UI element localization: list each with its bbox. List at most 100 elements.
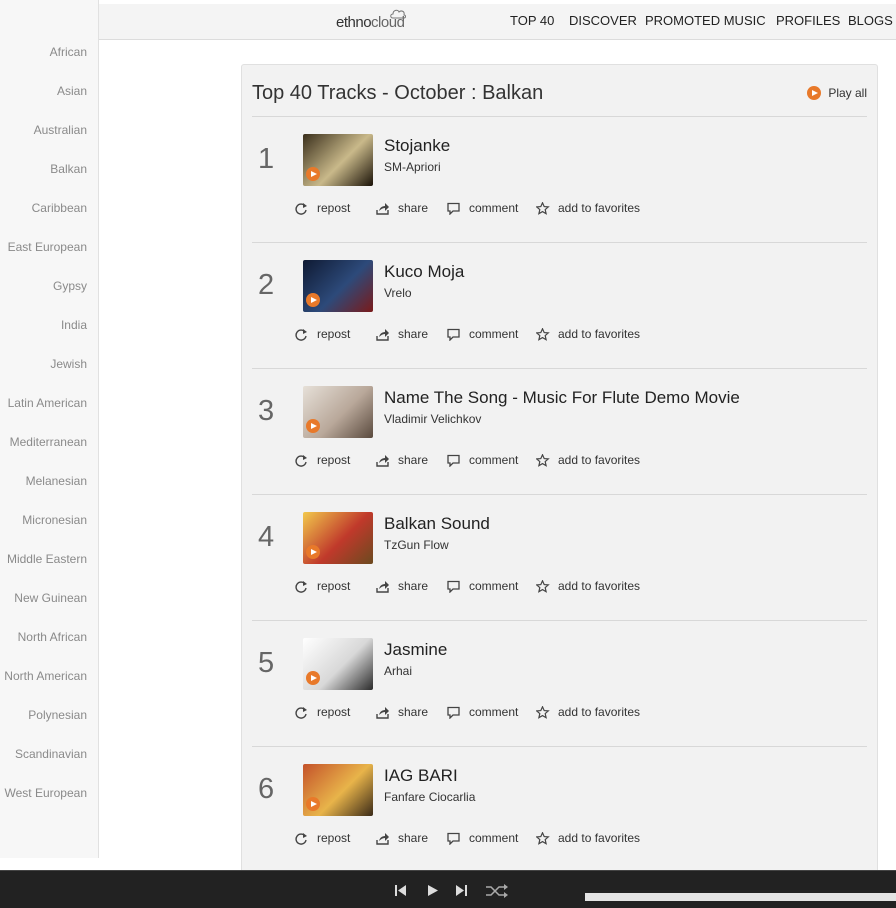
sidebar-item-latin-american[interactable]: Latin American xyxy=(8,396,87,410)
share-button[interactable]: share xyxy=(376,453,428,467)
track-artist[interactable]: Arhai xyxy=(384,664,412,678)
track-thumbnail[interactable] xyxy=(303,764,373,816)
sidebar-item-african[interactable]: African xyxy=(50,45,87,59)
sidebar-item-gypsy[interactable]: Gypsy xyxy=(53,279,87,293)
play-icon[interactable] xyxy=(428,885,438,896)
sidebar-item-australian[interactable]: Australian xyxy=(34,123,87,137)
share-label: share xyxy=(398,453,429,467)
track-thumbnail[interactable] xyxy=(303,134,373,186)
comment-button[interactable]: comment xyxy=(447,201,518,215)
sidebar-item-asian[interactable]: Asian xyxy=(57,84,87,98)
favorite-button[interactable]: add to favorites xyxy=(536,453,640,467)
favorite-label: add to favorites xyxy=(558,453,641,467)
ethnocloud-logo[interactable]: ethnocloud xyxy=(336,9,406,31)
sidebar-item-polynesian[interactable]: Polynesian xyxy=(28,708,87,722)
logo-text-ethno: ethno xyxy=(336,14,372,31)
repost-button[interactable]: repost xyxy=(295,831,350,845)
repost-label: repost xyxy=(317,201,351,215)
sidebar-item-new-guinean[interactable]: New Guinean xyxy=(14,591,87,605)
share-button[interactable]: share xyxy=(376,579,428,593)
favorite-button[interactable]: add to favorites xyxy=(536,705,640,719)
track-row: 2 Kuco Moja Vrelo repost share comment a… xyxy=(252,243,867,369)
track-thumbnail[interactable] xyxy=(303,260,373,312)
share-button[interactable]: share xyxy=(376,327,428,341)
play-all-button[interactable]: Play all xyxy=(807,86,867,100)
play-icon[interactable] xyxy=(306,419,320,433)
play-icon[interactable] xyxy=(306,167,320,181)
comment-button[interactable]: comment xyxy=(447,831,518,845)
favorite-button[interactable]: add to favorites xyxy=(536,831,640,845)
sidebar-item-west-european[interactable]: West European xyxy=(5,786,88,800)
comment-icon xyxy=(447,832,460,845)
sidebar-item-north-african[interactable]: North African xyxy=(18,630,87,644)
comment-button[interactable]: comment xyxy=(447,705,518,719)
nav-discover[interactable]: DISCOVER xyxy=(569,13,637,28)
track-artist[interactable]: TzGun Flow xyxy=(384,538,449,552)
track-title[interactable]: Balkan Sound xyxy=(384,514,490,534)
comment-label: comment xyxy=(469,327,519,341)
track-rank: 1 xyxy=(258,143,275,175)
repost-button[interactable]: repost xyxy=(295,705,350,719)
cloud-icon xyxy=(390,9,406,19)
track-title[interactable]: Kuco Moja xyxy=(384,262,464,282)
repost-button[interactable]: repost xyxy=(295,579,350,593)
share-button[interactable]: share xyxy=(376,201,428,215)
track-artist[interactable]: Vrelo xyxy=(384,286,412,300)
repost-button[interactable]: repost xyxy=(295,327,350,341)
track-artist[interactable]: Fanfare Ciocarlia xyxy=(384,790,475,804)
comment-label: comment xyxy=(469,705,519,719)
sidebar-item-caribbean[interactable]: Caribbean xyxy=(32,201,87,215)
sidebar-item-middle-eastern[interactable]: Middle Eastern xyxy=(7,552,87,566)
favorite-button[interactable]: add to favorites xyxy=(536,201,640,215)
share-button[interactable]: share xyxy=(376,705,428,719)
play-icon[interactable] xyxy=(306,545,320,559)
comment-button[interactable]: comment xyxy=(447,579,518,593)
shuffle-icon[interactable] xyxy=(485,884,509,898)
repost-label: repost xyxy=(317,831,351,845)
comment-button[interactable]: comment xyxy=(447,327,518,341)
track-rank: 3 xyxy=(258,395,275,427)
nav-blogs[interactable]: BLOGS xyxy=(848,13,893,28)
play-icon[interactable] xyxy=(306,293,320,307)
track-rank: 4 xyxy=(258,521,275,553)
comment-button[interactable]: comment xyxy=(447,453,518,467)
sidebar-item-jewish[interactable]: Jewish xyxy=(50,357,87,371)
track-thumbnail[interactable] xyxy=(303,638,373,690)
sidebar-item-india[interactable]: India xyxy=(61,318,87,332)
share-button[interactable]: share xyxy=(376,831,428,845)
repost-button[interactable]: repost xyxy=(295,453,350,467)
favorite-button[interactable]: add to favorites xyxy=(536,327,640,341)
track-title[interactable]: IAG BARI xyxy=(384,766,458,786)
track-row: 3 Name The Song - Music For Flute Demo M… xyxy=(252,369,867,495)
sidebar-item-east-european[interactable]: East European xyxy=(8,240,87,254)
track-title[interactable]: Jasmine xyxy=(384,640,447,660)
nav-profiles[interactable]: PROFILES xyxy=(776,13,840,28)
nav-promoted-music[interactable]: PROMOTED MUSIC xyxy=(645,13,766,28)
repost-button[interactable]: repost xyxy=(295,201,350,215)
share-icon xyxy=(376,202,389,215)
comment-label: comment xyxy=(469,201,519,215)
sidebar-item-melanesian[interactable]: Melanesian xyxy=(26,474,87,488)
next-icon[interactable] xyxy=(456,885,468,896)
play-icon[interactable] xyxy=(306,797,320,811)
track-thumbnail[interactable] xyxy=(303,512,373,564)
sidebar-item-scandinavian[interactable]: Scandinavian xyxy=(15,747,87,761)
genre-sidebar: African Asian Australian Balkan Caribbea… xyxy=(0,0,99,858)
sidebar-item-mediterranean[interactable]: Mediterranean xyxy=(10,435,87,449)
track-artist[interactable]: Vladimir Velichkov xyxy=(384,412,481,426)
track-title[interactable]: Name The Song - Music For Flute Demo Mov… xyxy=(384,388,740,408)
track-artist[interactable]: SM-Apriori xyxy=(384,160,441,174)
previous-icon[interactable] xyxy=(395,885,407,896)
sidebar-item-balkan[interactable]: Balkan xyxy=(50,162,87,176)
repost-icon xyxy=(295,580,307,593)
favorite-button[interactable]: add to favorites xyxy=(536,579,640,593)
play-all-label: Play all xyxy=(828,86,867,100)
progress-bar[interactable] xyxy=(585,893,896,901)
star-icon xyxy=(536,705,550,719)
track-title[interactable]: Stojanke xyxy=(384,136,450,156)
play-icon[interactable] xyxy=(306,671,320,685)
sidebar-item-micronesian[interactable]: Micronesian xyxy=(22,513,87,527)
nav-top40[interactable]: TOP 40 xyxy=(510,13,554,28)
sidebar-item-north-american[interactable]: North American xyxy=(4,669,87,683)
track-thumbnail[interactable] xyxy=(303,386,373,438)
